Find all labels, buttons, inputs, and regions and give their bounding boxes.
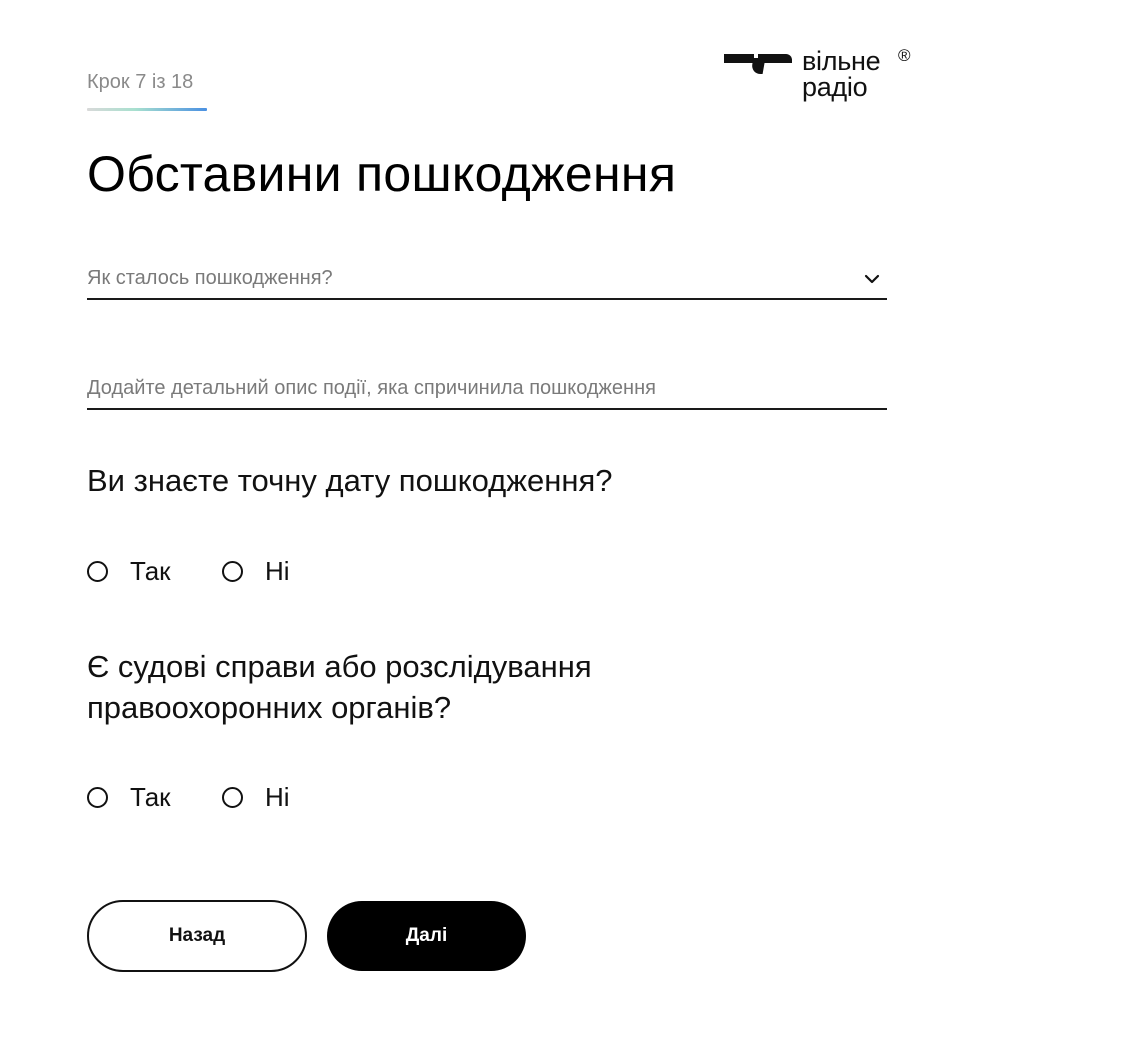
radio-label: Ні — [265, 556, 290, 586]
radio-circle[interactable] — [87, 786, 108, 808]
court-cases-no-radio[interactable]: Ні — [222, 782, 290, 812]
back-button[interactable]: Назад — [87, 900, 307, 972]
logo: вільне радіо ® — [724, 46, 924, 108]
registered-mark: ® — [898, 46, 911, 65]
logo-mark-tail — [750, 58, 766, 74]
court-cases-question: Є судові справи або розслідування правоо… — [87, 649, 592, 725]
step-counter: Крок 7 із 18 — [87, 71, 194, 93]
damage-cause-placeholder: Як сталось пошкодження? — [87, 267, 333, 289]
chevron-down-icon — [864, 274, 880, 284]
damage-cause-select[interactable]: Як сталось пошкодження? — [87, 262, 887, 300]
radio-circle[interactable] — [87, 560, 108, 582]
exact-date-no-radio[interactable]: Ні — [222, 556, 290, 586]
radio-label: Ні — [265, 782, 290, 812]
description-field[interactable] — [87, 372, 887, 410]
exact-date-question: Ви знаєте точну дату пошкодження? — [87, 463, 613, 498]
logo-mark-left — [724, 54, 754, 63]
exact-date-yes-radio[interactable]: Так — [87, 556, 171, 586]
radio-circle[interactable] — [222, 560, 243, 582]
radio-label: Так — [130, 782, 171, 812]
next-button[interactable]: Далі — [327, 901, 526, 971]
radio-circle[interactable] — [222, 786, 243, 808]
page-title: Обставини пошкодження — [87, 146, 677, 202]
description-input[interactable] — [87, 372, 887, 404]
radio-label: Так — [130, 556, 171, 586]
logo-text-line2: радіо — [802, 72, 868, 102]
step-progress-bar — [87, 108, 207, 111]
court-cases-yes-radio[interactable]: Так — [87, 782, 171, 812]
